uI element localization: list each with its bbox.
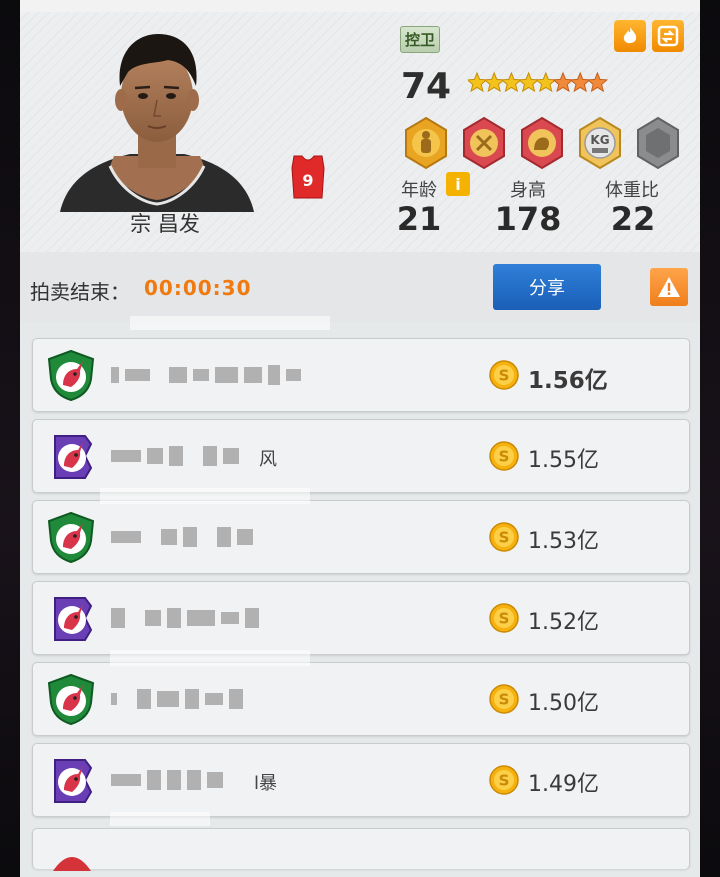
report-button[interactable] — [650, 268, 688, 306]
bid-price: 1.56亿 — [528, 368, 608, 394]
age-value: 21 — [396, 200, 442, 238]
refresh-icon — [657, 25, 679, 47]
bid-price: 1.55亿 — [528, 448, 599, 473]
info-button[interactable]: i — [446, 172, 470, 196]
table-row[interactable]: S 1.56亿 — [32, 338, 690, 412]
redacted-name-blocks — [111, 361, 301, 389]
gold-coin-icon: S — [489, 765, 519, 795]
bid-price: 1.49亿 — [528, 772, 599, 797]
table-row-partial[interactable] — [32, 828, 690, 871]
gold-coin-icon: S — [489, 360, 519, 390]
gold-coin-icon: S — [489, 684, 519, 714]
table-row[interactable]: l暴 S 1.49亿 — [32, 743, 690, 817]
blocked-skill-icon[interactable] — [463, 116, 505, 170]
bidder-name — [111, 685, 301, 713]
gold-coin-icon: S — [489, 522, 519, 552]
team-logo-partial — [53, 857, 91, 871]
table-row[interactable]: S 1.52亿 — [32, 581, 690, 655]
weight-ratio-label: 体重比 — [605, 180, 659, 201]
height-label: 身高 — [510, 180, 546, 201]
redacted-name-blocks — [111, 685, 301, 713]
team-logo-green-unicorn-icon — [47, 349, 95, 401]
locked-skill-icon[interactable] — [637, 116, 679, 170]
table-row[interactable]: 风 S 1.55亿 — [32, 419, 690, 493]
team-logo-purple-unicorn-icon — [54, 435, 93, 479]
bidder-name-visible-part: l暴 — [253, 773, 277, 794]
svg-text:KG: KG — [590, 133, 609, 147]
kg-skill-icon[interactable]: KG — [579, 116, 621, 170]
bidder-name: l暴 — [111, 766, 301, 794]
star-icon — [552, 71, 574, 93]
star-icon — [517, 71, 540, 93]
bidder-name-visible-part: 风 — [259, 449, 277, 470]
player-avatar[interactable] — [50, 16, 264, 212]
jersey-number: 9 — [302, 171, 313, 190]
redaction-overlay — [110, 650, 310, 666]
right-frame — [700, 0, 720, 877]
redacted-name-blocks — [111, 604, 301, 632]
team-logo-green-unicorn-icon — [47, 673, 95, 725]
star-icon — [483, 71, 505, 93]
skill-badges: KG — [405, 116, 679, 170]
svg-text:S: S — [499, 529, 510, 547]
bidder-name: 风 — [111, 442, 301, 470]
star-icon — [569, 71, 591, 93]
jersey-icon: 9 — [288, 152, 328, 202]
svg-text:S: S — [499, 448, 510, 466]
gold-coin-icon: S — [489, 441, 519, 471]
height-value: 178 — [494, 200, 562, 238]
player-auction-panel: 宗 昌发 9 控卫 74 KG 年龄 i 身高 体重比 21 178 22 拍卖… — [20, 0, 700, 877]
weight-ratio-value: 22 — [610, 200, 656, 238]
bidder-name — [111, 523, 301, 551]
position-badge: 控卫 — [400, 26, 441, 53]
left-frame — [0, 0, 20, 877]
redaction-overlay — [130, 316, 330, 330]
star-rating — [468, 71, 608, 93]
team-logo-green-unicorn-icon — [47, 511, 95, 563]
svg-text:S: S — [499, 610, 510, 628]
auction-countdown: 00:00:30 — [144, 276, 252, 300]
redaction-overlay — [100, 488, 310, 504]
gold-coin-icon: S — [489, 603, 519, 633]
bidder-name — [111, 604, 301, 632]
bidder-name — [111, 361, 301, 389]
star-icon — [535, 71, 557, 93]
team-logo-purple-unicorn-icon — [54, 759, 93, 803]
star-icon — [468, 71, 488, 93]
player-card: 宗 昌发 9 控卫 74 KG 年龄 i 身高 体重比 21 178 22 — [20, 12, 700, 252]
svg-text:S: S — [499, 367, 510, 385]
svg-text:S: S — [499, 772, 510, 790]
hot-fire-button[interactable] — [614, 20, 646, 52]
table-row[interactable]: S 1.50亿 — [32, 662, 690, 736]
redacted-name-blocks — [111, 523, 301, 551]
player-name: 宗 昌发 — [130, 212, 200, 236]
star-icon — [500, 71, 523, 93]
share-button[interactable]: 分享 — [493, 264, 601, 310]
redaction-overlay — [110, 812, 210, 826]
table-row[interactable]: S 1.53亿 — [32, 500, 690, 574]
auction-end-label: 拍卖结束： — [30, 280, 130, 304]
warning-icon — [658, 277, 680, 297]
auction-bar: 拍卖结束： 00:00:30 分享 — [20, 252, 700, 322]
fire-icon — [623, 27, 637, 44]
defender-skill-icon[interactable] — [405, 116, 447, 170]
star-icon — [586, 71, 608, 93]
bid-price: 1.53亿 — [528, 529, 599, 554]
overall-rating: 74 — [401, 66, 452, 107]
swap-button[interactable] — [652, 20, 684, 52]
bid-price: 1.50亿 — [528, 691, 599, 716]
info-icon: i — [455, 174, 461, 194]
team-logo-purple-unicorn-icon — [54, 597, 93, 641]
bid-list: S 1.56亿风 S 1.55亿 S 1.53亿 S 1.52亿 S 1.50亿 l暴 S 1.49亿 — [20, 322, 700, 877]
muscle-skill-icon[interactable] — [521, 116, 563, 170]
age-label: 年龄 — [401, 180, 437, 201]
bid-price: 1.52亿 — [528, 610, 599, 635]
svg-text:S: S — [499, 691, 510, 709]
